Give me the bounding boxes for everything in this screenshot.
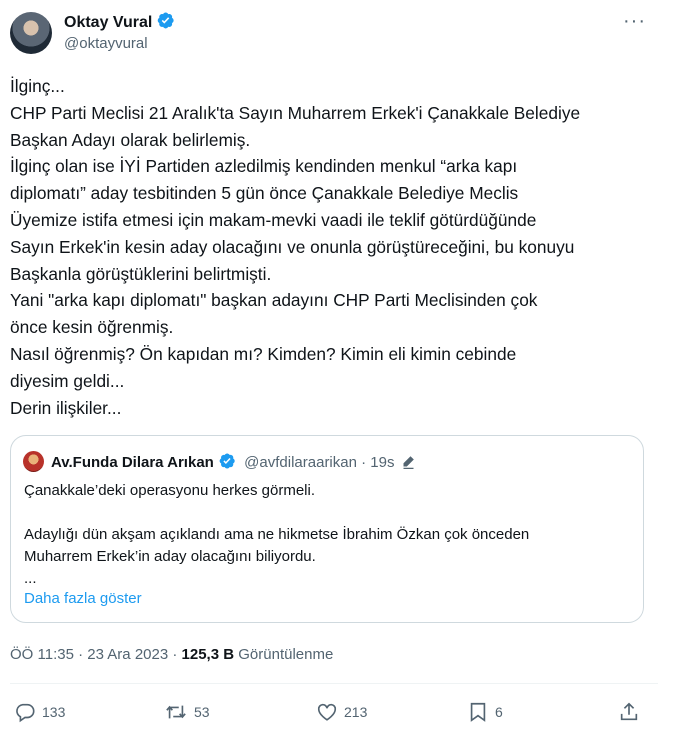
quote-line: Adaylığı dün akşam açıklandı ama ne hikm… bbox=[24, 526, 530, 543]
quote-text: Çanakkale’deki operasyonu herkes görmeli… bbox=[24, 480, 529, 590]
tweet-meta: ÖÖ 11:35 · 23 Ara 2023 · 125,3 B Görüntü… bbox=[10, 646, 334, 663]
quoted-tweet[interactable]: Av.Funda Dilara Arıkan @avfdilaraarikan … bbox=[10, 435, 644, 623]
tweet-line: diyesim geldi... bbox=[10, 370, 125, 391]
quote-line: Çanakkale’deki operasyonu herkes görmeli… bbox=[24, 482, 315, 499]
bookmark-icon bbox=[470, 702, 486, 722]
like-count: 213 bbox=[344, 704, 368, 720]
edited-pencil-icon bbox=[403, 456, 414, 469]
quote-author-name[interactable]: Av.Funda Dilara Arıkan bbox=[51, 454, 214, 471]
tweet-line: İlginç... bbox=[10, 76, 65, 96]
divider bbox=[10, 683, 658, 684]
author-handle[interactable]: @oktayvural bbox=[64, 35, 148, 52]
tweet-line: Üyemize istifa etmesi için makam-mevki v… bbox=[10, 209, 537, 230]
author-avatar[interactable] bbox=[10, 12, 52, 54]
tweet-line: Nasıl öğrenmiş? Ön kapıdan mı? Kimden? K… bbox=[10, 343, 517, 364]
tweet-line: İlginç olan ise İYİ Partiden azledilmiş … bbox=[10, 156, 518, 177]
share-icon bbox=[620, 702, 638, 721]
quote-author-avatar[interactable] bbox=[23, 451, 44, 472]
views-label: Görüntülenme bbox=[238, 646, 334, 663]
tweet-line: Başkan Adayı olarak belirlemiş. bbox=[10, 129, 251, 150]
tweet-date[interactable]: 23 Ara 2023 bbox=[87, 646, 168, 663]
show-more-link[interactable]: Daha fazla göster bbox=[24, 590, 142, 607]
tweet-time[interactable]: ÖÖ 11:35 bbox=[10, 646, 74, 663]
author-name[interactable]: Oktay Vural bbox=[64, 14, 152, 31]
tweet-line: CHP Parti Meclisi 21 Aralık'ta Sayın Muh… bbox=[10, 102, 581, 123]
verified-badge-icon bbox=[219, 453, 235, 469]
tweet-line: Sayın Erkek'in kesin aday olacağını ve o… bbox=[10, 236, 575, 257]
reply-count: 133 bbox=[42, 704, 66, 720]
author-name-row[interactable]: Oktay Vural bbox=[64, 11, 175, 32]
tweet-line: Yani "arka kapı diplomatı" başkan adayın… bbox=[10, 290, 538, 311]
reply-icon bbox=[16, 703, 35, 723]
tweet-line: önce kesin öğrenmiş. bbox=[10, 317, 174, 338]
quote-line: ... bbox=[24, 570, 37, 587]
heart-icon bbox=[317, 703, 337, 721]
quote-time[interactable]: 19s bbox=[370, 454, 394, 471]
retweet-count: 53 bbox=[194, 704, 210, 720]
tweet-line: Derin ilişkiler... bbox=[10, 397, 122, 418]
share-button[interactable] bbox=[618, 700, 646, 724]
tweet-line: diplomatı” aday tesbitinden 5 gün önce Ç… bbox=[10, 183, 519, 204]
retweet-icon bbox=[166, 705, 186, 719]
quote-line bbox=[24, 502, 529, 524]
more-options-icon[interactable]: ··· bbox=[623, 10, 646, 33]
like-button[interactable]: 213 bbox=[316, 700, 367, 724]
bookmark-count: 6 bbox=[495, 704, 503, 720]
view-count: 125,3 B bbox=[181, 646, 235, 663]
tweet-text: İlginç... CHP Parti Meclisi 21 Aralık'ta… bbox=[10, 73, 660, 421]
reply-button[interactable]: 133 bbox=[14, 700, 65, 724]
quote-line: Muharrem Erkek’in aday olacağını biliyor… bbox=[24, 548, 316, 565]
bookmark-button[interactable]: 6 bbox=[467, 700, 503, 724]
tweet-line: Başkanla görüştüklerini belirtmişti. bbox=[10, 263, 272, 284]
verified-badge-icon bbox=[158, 12, 174, 29]
quote-header: Av.Funda Dilara Arıkan @avfdilaraarikan … bbox=[51, 452, 416, 471]
quote-author-handle[interactable]: @avfdilaraarikan bbox=[244, 454, 357, 471]
retweet-button[interactable]: 53 bbox=[164, 700, 210, 724]
